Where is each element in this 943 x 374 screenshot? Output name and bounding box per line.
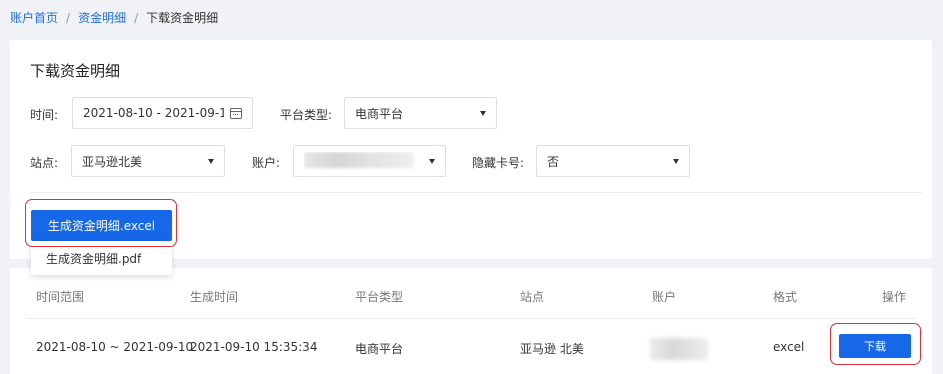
time-label: 时间: [30, 108, 59, 122]
cell-site: 亚马逊 北美 [520, 342, 584, 356]
account-value-blurred [304, 151, 414, 168]
col-header-platform: 平台类型 [355, 290, 404, 304]
col-header-created: 生成时间 [190, 290, 239, 304]
divider [26, 318, 916, 319]
col-header-format: 格式 [773, 290, 798, 304]
col-header-account: 账户 [652, 290, 677, 304]
account-select[interactable] [293, 145, 446, 177]
chevron-down-icon [480, 110, 486, 116]
date-range-value: 2021-08-10 - 2021-09-10 [83, 106, 224, 120]
breadcrumb-account-home[interactable]: 账户首页 [10, 9, 58, 26]
cell-format: excel [773, 340, 805, 354]
chevron-down-icon [673, 158, 679, 164]
account-value [304, 151, 423, 171]
breadcrumb-separator: / [134, 10, 139, 25]
cell-account-blurred [650, 338, 708, 360]
hide-card-select[interactable]: 否 [536, 145, 690, 177]
breadcrumb-fund-details[interactable]: 资金明细 [78, 9, 126, 26]
records-table: 时间范围 生成时间 平台类型 站点 账户 格式 操作 2021-08-10 ~ … [10, 268, 932, 374]
site-select[interactable]: 亚马逊北美 [71, 145, 225, 177]
col-header-site: 站点 [520, 290, 545, 304]
col-header-range: 时间范围 [36, 290, 85, 304]
cell-range: 2021-08-10 ~ 2021-09-10 [36, 340, 194, 354]
breadcrumb-current: 下载资金明细 [146, 11, 219, 25]
divider [30, 192, 922, 193]
breadcrumb: 账户首页 / 资金明细 / 下载资金明细 [10, 9, 218, 26]
hide-card-label: 隐藏卡号: [472, 156, 525, 170]
chevron-down-icon [429, 158, 435, 164]
hide-card-value: 否 [547, 154, 560, 169]
cell-platform: 电商平台 [355, 342, 404, 356]
cell-created: 2021-09-10 15:35:34 [190, 340, 318, 354]
page-title: 下载资金明细 [30, 62, 121, 80]
site-value: 亚马逊北美 [82, 154, 143, 169]
calendar-icon [230, 107, 242, 119]
platform-type-select[interactable]: 电商平台 [344, 97, 497, 129]
col-header-action: 操作 [882, 290, 907, 304]
platform-type-label: 平台类型: [280, 108, 333, 122]
download-button[interactable]: 下载 [839, 334, 911, 358]
generate-excel-button[interactable]: 生成资金明细.excel [31, 210, 172, 241]
account-label: 账户: [252, 156, 281, 170]
platform-type-value: 电商平台 [355, 106, 404, 121]
chevron-down-icon [208, 158, 214, 164]
site-label: 站点: [30, 156, 59, 170]
breadcrumb-separator: / [66, 10, 71, 25]
generate-pdf-menu-item[interactable]: 生成资金明细.pdf [31, 241, 172, 275]
date-range-picker[interactable]: 2021-08-10 - 2021-09-10 [72, 97, 253, 129]
